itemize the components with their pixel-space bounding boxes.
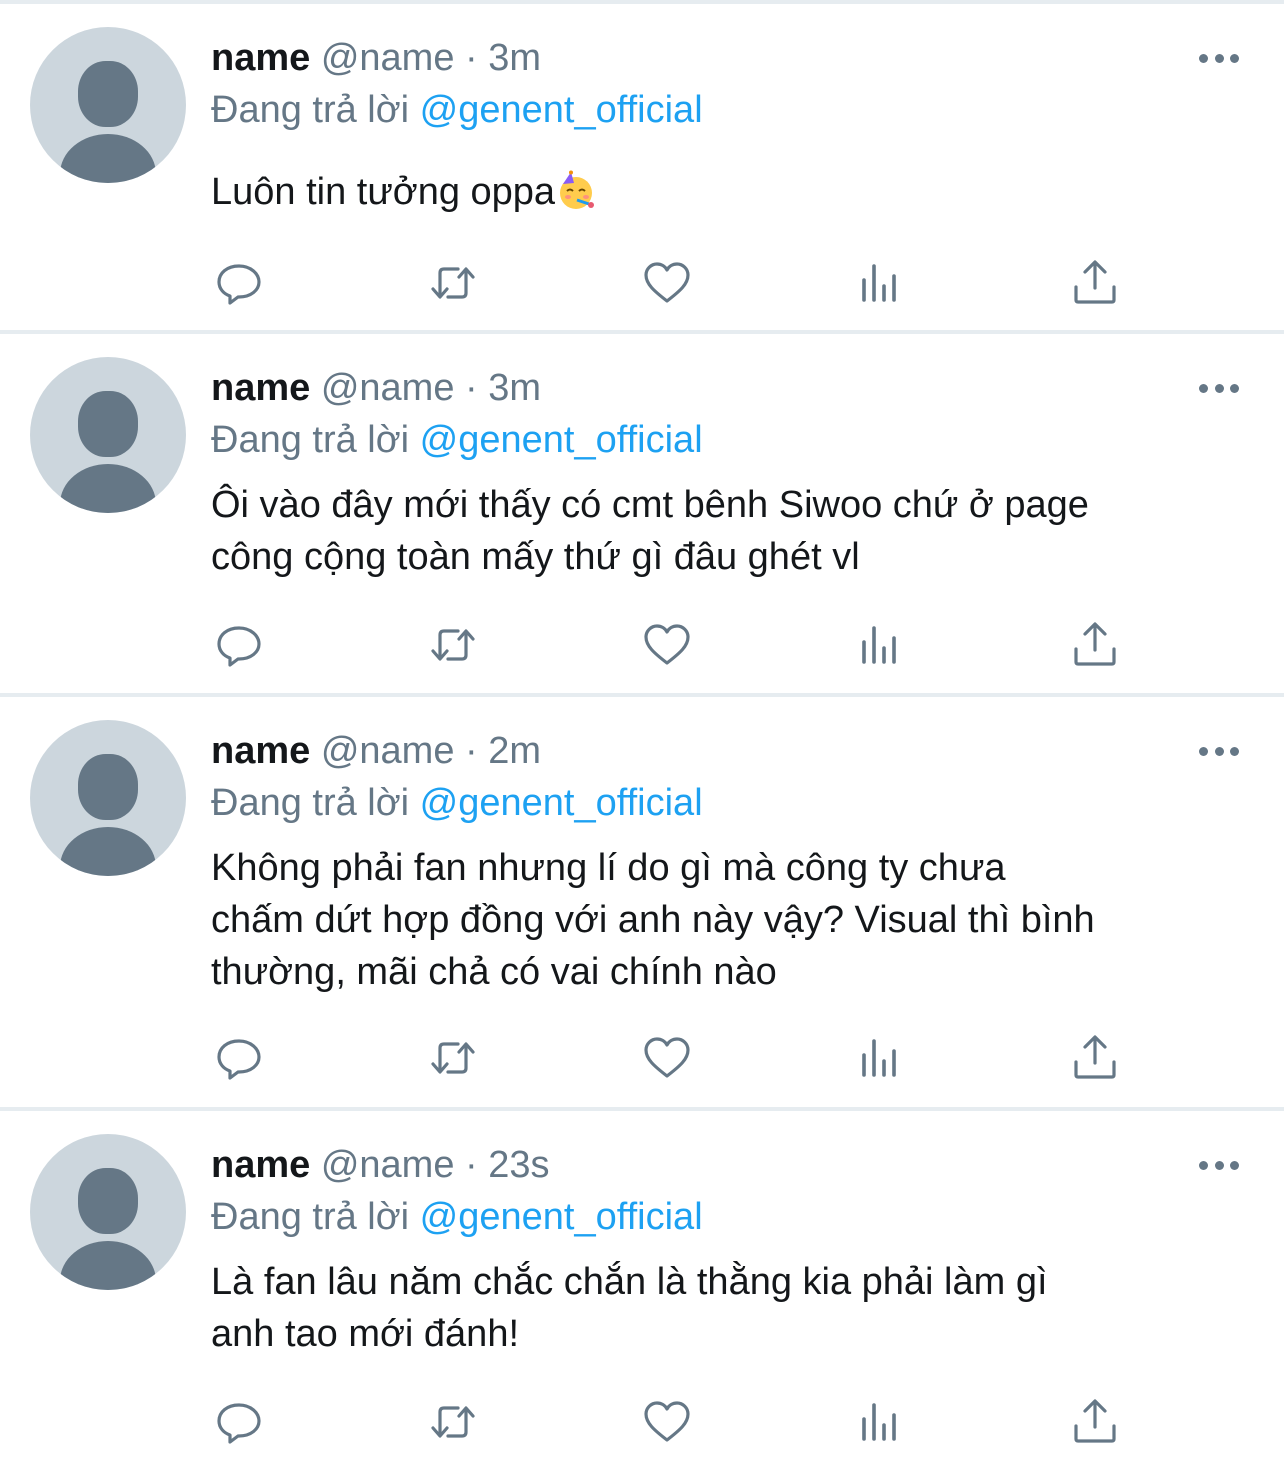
reply-mention-link[interactable]: @genent_official	[420, 782, 703, 824]
more-options-icon[interactable]	[1199, 741, 1239, 761]
avatar-head-shape	[78, 61, 138, 127]
display-name[interactable]: name	[211, 37, 310, 79]
avatar[interactable]	[30, 720, 186, 876]
tweet-text-line: anh tao mới đánh!	[211, 1313, 520, 1355]
tweet[interactable]: name @name · 2m Đang trả lời @genent_off…	[0, 697, 1284, 1111]
reply-prefix: Đang trả lời	[211, 782, 410, 824]
tweet-text-line: Là fan lâu năm chắc chắn là thằng kia ph…	[211, 1261, 1048, 1303]
avatar-head-shape	[78, 1168, 138, 1234]
timestamp[interactable]: 3m	[488, 37, 541, 79]
reply-prefix: Đang trả lời	[211, 419, 410, 461]
share-icon[interactable]	[1067, 258, 1123, 308]
tweet-text: Là fan lâu năm chắc chắn là thằng kia ph…	[211, 1256, 1241, 1360]
retweet-icon[interactable]	[425, 258, 481, 308]
tweet-text: Ôi vào đây mới thấy có cmt bênh Siwoo ch…	[211, 479, 1241, 583]
user-handle[interactable]: @name	[321, 730, 455, 772]
avatar-body-shape	[60, 464, 156, 513]
tweet-text-line: chấm dứt hợp đồng với anh này vậy? Visua…	[211, 899, 1095, 941]
tweet[interactable]: name @name · 23s Đang trả lời @genent_of…	[0, 1111, 1284, 1475]
reply-context: Đang trả lời @genent_official	[211, 418, 703, 462]
retweet-icon[interactable]	[425, 1033, 481, 1083]
timestamp[interactable]: 23s	[488, 1144, 549, 1186]
tweet-actions	[211, 258, 1121, 308]
more-options-icon[interactable]	[1199, 48, 1239, 68]
display-name[interactable]: name	[211, 1144, 310, 1186]
avatar[interactable]	[30, 1134, 186, 1290]
more-options-icon[interactable]	[1199, 378, 1239, 398]
avatar-body-shape	[60, 134, 156, 183]
like-icon[interactable]	[639, 1397, 695, 1447]
timestamp[interactable]: 3m	[488, 367, 541, 409]
display-name[interactable]: name	[211, 367, 310, 409]
reply-mention-link[interactable]: @genent_official	[420, 1196, 703, 1238]
tweet-text-line: công cộng toàn mấy thứ gì đâu ghét vl	[211, 536, 860, 578]
avatar-body-shape	[60, 1241, 156, 1290]
avatar[interactable]	[30, 357, 186, 513]
reply-icon[interactable]	[211, 258, 267, 308]
meta-separator: ·	[465, 730, 478, 772]
tweet[interactable]: name @name · 3m Đang trả lời @genent_off…	[0, 4, 1284, 334]
meta-separator: ·	[465, 367, 478, 409]
reply-icon[interactable]	[211, 1397, 267, 1447]
timestamp[interactable]: 2m	[488, 730, 541, 772]
user-handle[interactable]: @name	[321, 367, 455, 409]
reply-mention-link[interactable]: @genent_official	[420, 419, 703, 461]
meta-separator: ·	[465, 37, 478, 79]
avatar-head-shape	[78, 754, 138, 820]
tweet-text-line: Không phải fan nhưng lí do gì mà công ty…	[211, 847, 1006, 889]
tweet-header: name @name · 3m	[211, 36, 541, 80]
tweet-text-line: thường, mãi chả có vai chính nào	[211, 951, 777, 993]
tweet-actions	[211, 1397, 1121, 1447]
avatar-body-shape	[60, 827, 156, 876]
like-icon[interactable]	[639, 258, 695, 308]
share-icon[interactable]	[1067, 1397, 1123, 1447]
tweet-text-line: Ôi vào đây mới thấy có cmt bênh Siwoo ch…	[211, 484, 1089, 526]
reply-mention-link[interactable]: @genent_official	[420, 89, 703, 131]
user-handle[interactable]: @name	[321, 37, 455, 79]
partying-face-emoji-icon	[560, 170, 595, 209]
like-icon[interactable]	[639, 1033, 695, 1083]
user-handle[interactable]: @name	[321, 1144, 455, 1186]
analytics-icon[interactable]	[853, 258, 909, 308]
tweet[interactable]: name @name · 3m Đang trả lời @genent_off…	[0, 334, 1284, 697]
analytics-icon[interactable]	[853, 1397, 909, 1447]
like-icon[interactable]	[639, 620, 695, 670]
reply-context: Đang trả lời @genent_official	[211, 1195, 703, 1239]
tweet-header: name @name · 2m	[211, 729, 541, 773]
retweet-icon[interactable]	[425, 1397, 481, 1447]
analytics-icon[interactable]	[853, 620, 909, 670]
retweet-icon[interactable]	[425, 620, 481, 670]
tweet-text: Luôn tin tưởng oppa	[211, 166, 1241, 218]
reply-prefix: Đang trả lời	[211, 89, 410, 131]
tweet-text: Không phải fan nhưng lí do gì mà công ty…	[211, 842, 1241, 998]
analytics-icon[interactable]	[853, 1033, 909, 1083]
tweet-text-line: Luôn tin tưởng oppa	[211, 171, 556, 213]
tweet-actions	[211, 620, 1121, 670]
share-icon[interactable]	[1067, 620, 1123, 670]
avatar[interactable]	[30, 27, 186, 183]
display-name[interactable]: name	[211, 730, 310, 772]
share-icon[interactable]	[1067, 1033, 1123, 1083]
reply-prefix: Đang trả lời	[211, 1196, 410, 1238]
tweet-actions	[211, 1033, 1121, 1083]
more-options-icon[interactable]	[1199, 1155, 1239, 1175]
reply-icon[interactable]	[211, 1033, 267, 1083]
meta-separator: ·	[465, 1144, 478, 1186]
reply-context: Đang trả lời @genent_official	[211, 88, 703, 132]
reply-icon[interactable]	[211, 620, 267, 670]
reply-feed: name @name · 3m Đang trả lời @genent_off…	[0, 0, 1284, 1475]
reply-context: Đang trả lời @genent_official	[211, 781, 703, 825]
avatar-head-shape	[78, 391, 138, 457]
tweet-header: name @name · 3m	[211, 366, 541, 410]
tweet-header: name @name · 23s	[211, 1143, 550, 1187]
